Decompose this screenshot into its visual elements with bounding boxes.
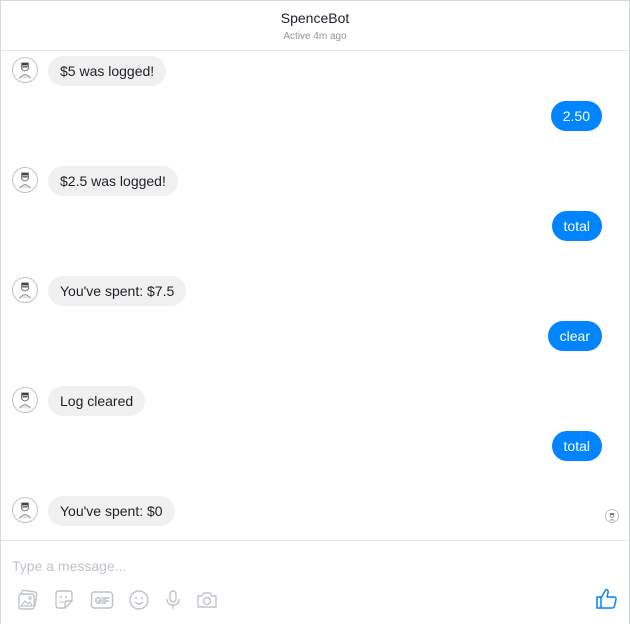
contact-status: Active 4m ago xyxy=(283,31,347,42)
thumbs-up-icon[interactable] xyxy=(595,587,619,611)
chat-window: SpenceBot Active 4m ago $5 was logged! 2… xyxy=(0,0,630,624)
bot-avatar[interactable] xyxy=(12,387,38,413)
microphone-icon[interactable] xyxy=(161,588,185,612)
message-row-user: clear xyxy=(1,321,629,353)
sticker-icon[interactable] xyxy=(52,588,76,612)
message-bubble-outgoing[interactable]: total xyxy=(551,431,602,461)
svg-text:GIF: GIF xyxy=(95,596,109,606)
message-row-bot: Log cleared xyxy=(1,386,629,418)
contact-name[interactable]: SpenceBot xyxy=(0,10,469,26)
message-composer: GIF xyxy=(1,540,629,624)
seen-indicator-avatar xyxy=(605,509,619,523)
bot-avatar[interactable] xyxy=(12,167,38,193)
camera-icon[interactable] xyxy=(195,588,219,612)
message-bubble-incoming[interactable]: Log cleared xyxy=(48,386,146,416)
message-bubble-outgoing[interactable]: 2.50 xyxy=(550,101,602,131)
image-icon[interactable] xyxy=(16,588,40,612)
message-bubble-incoming[interactable]: You've spent: $7.5 xyxy=(48,276,187,306)
message-row-bot: You've spent: $7.5 xyxy=(1,276,629,308)
bot-avatar[interactable] xyxy=(12,57,38,83)
message-row-bot: You've spent: $0 xyxy=(1,496,629,528)
message-input[interactable] xyxy=(12,555,572,577)
message-row-bot: $2.5 was logged! xyxy=(1,166,629,198)
bot-avatar[interactable] xyxy=(12,497,38,523)
gif-icon[interactable]: GIF xyxy=(90,588,114,612)
message-row-bot: $5 was logged! xyxy=(1,56,629,88)
message-row-user: total xyxy=(1,211,629,243)
message-row-user: 2.50 xyxy=(1,101,629,133)
message-bubble-outgoing[interactable]: clear xyxy=(547,321,602,351)
message-bubble-outgoing[interactable]: total xyxy=(551,211,602,241)
message-bubble-incoming[interactable]: You've spent: $0 xyxy=(48,496,175,526)
message-list[interactable]: $5 was logged! 2.50 $2.5 was logged! tot… xyxy=(1,51,629,539)
message-bubble-incoming[interactable]: $2.5 was logged! xyxy=(48,166,178,196)
chat-header: SpenceBot Active 4m ago xyxy=(1,1,629,51)
message-bubble-incoming[interactable]: $5 was logged! xyxy=(48,56,167,86)
message-row-user: total xyxy=(1,431,629,463)
emoji-icon[interactable] xyxy=(127,588,151,612)
bot-avatar[interactable] xyxy=(12,277,38,303)
